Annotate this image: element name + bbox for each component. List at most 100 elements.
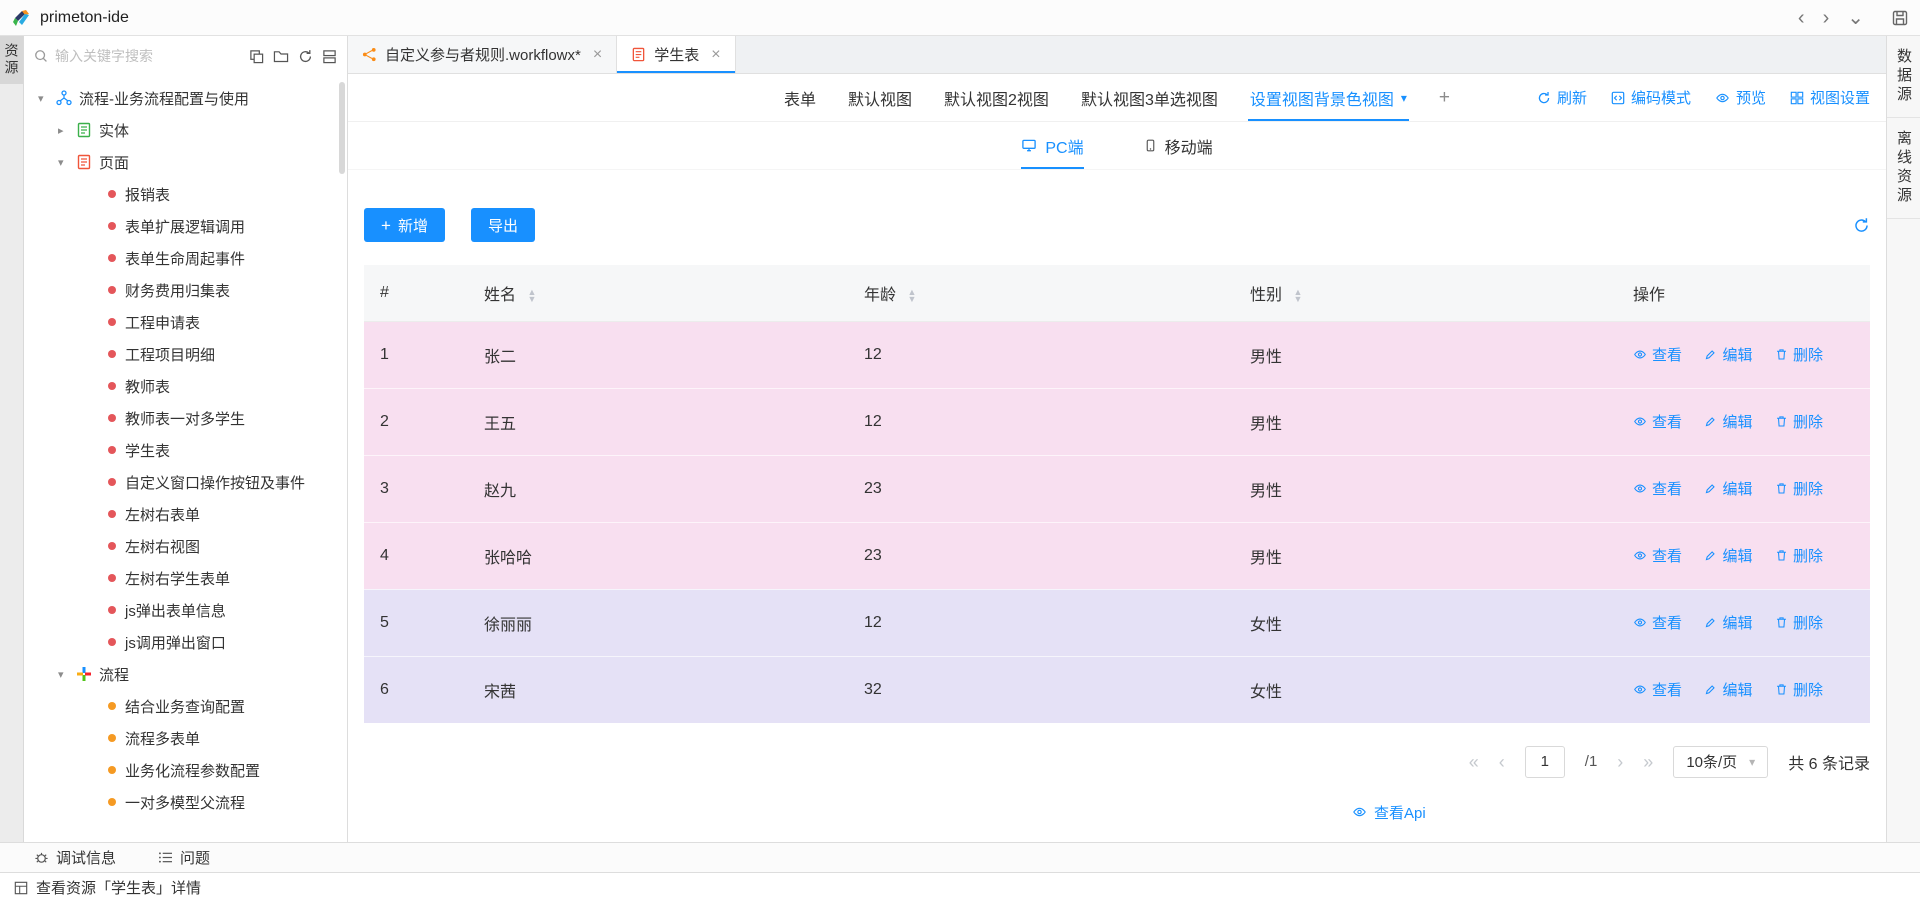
debug-info-tab[interactable]: 调试信息 <box>34 847 116 868</box>
device-tab-mobile[interactable]: 移动端 <box>1144 122 1213 169</box>
tree-item-process[interactable]: 结合业务查询配置 <box>24 690 347 722</box>
delete-action[interactable]: 删除 <box>1775 411 1823 432</box>
edit-action[interactable]: 编辑 <box>1704 545 1752 566</box>
chevron-down-icon[interactable]: ▾ <box>38 92 56 105</box>
next-page-button[interactable]: › <box>1617 753 1623 771</box>
view-action[interactable]: 查看 <box>1633 344 1682 365</box>
delete-action[interactable]: 删除 <box>1775 478 1823 499</box>
collapse-all-icon[interactable] <box>322 49 337 64</box>
action-label: 编码模式 <box>1631 87 1691 108</box>
export-button[interactable]: 导出 <box>471 208 535 242</box>
tree-item-page[interactable]: 自定义窗口操作按钮及事件 <box>24 466 347 498</box>
tree-group-process[interactable]: ▾ 流程 <box>24 658 347 690</box>
window-menu-icon[interactable]: ⌄ <box>1847 8 1864 28</box>
tree-item-page[interactable]: 教师表 <box>24 370 347 402</box>
first-page-button[interactable]: « <box>1469 753 1479 771</box>
chevron-down-icon[interactable]: ▾ <box>58 156 76 169</box>
view-tab-label: 默认视图 <box>848 86 912 110</box>
delete-action[interactable]: 删除 <box>1775 545 1823 566</box>
save-icon[interactable] <box>1892 10 1908 26</box>
last-page-button[interactable]: » <box>1643 753 1653 771</box>
tree-item-page[interactable]: 左树右表单 <box>24 498 347 530</box>
doc-tab-workflow[interactable]: 自定义参与者规则.workflowx* × <box>348 36 617 73</box>
delete-action[interactable]: 删除 <box>1775 679 1823 700</box>
rail-tab-label: 离线资源 <box>1893 130 1914 206</box>
edit-action[interactable]: 编辑 <box>1704 612 1752 633</box>
view-action[interactable]: 查看 <box>1633 411 1682 432</box>
action-label: 刷新 <box>1557 87 1587 108</box>
view-action[interactable]: 查看 <box>1633 545 1682 566</box>
device-tab-pc[interactable]: PC端 <box>1021 122 1083 169</box>
view-action[interactable]: 查看 <box>1633 478 1682 499</box>
search-input[interactable] <box>55 48 242 64</box>
tree-item-page[interactable]: 财务费用归集表 <box>24 274 347 306</box>
add-button[interactable]: + 新增 <box>364 208 445 242</box>
view-action[interactable]: 查看 <box>1633 612 1682 633</box>
sort-icon[interactable]: ▲▼ <box>907 289 916 303</box>
sort-icon[interactable]: ▲▼ <box>1293 289 1302 303</box>
tree-item-page[interactable]: 左树右学生表单 <box>24 562 347 594</box>
history-forward-icon[interactable]: › <box>1823 8 1830 28</box>
right-rail: 数据源 离线资源 <box>1886 36 1920 842</box>
view-tab-default3[interactable]: 默认视图3单选视图 <box>1081 74 1218 121</box>
col-label: 操作 <box>1633 287 1665 304</box>
view-tab-default2[interactable]: 默认视图2视图 <box>944 74 1049 121</box>
view-tab-background-color[interactable]: 设置视图背景色视图 ▾ <box>1250 74 1407 121</box>
preview-action[interactable]: 预览 <box>1715 87 1766 108</box>
doc-tab-student-table[interactable]: 学生表 × <box>617 36 735 73</box>
tree-root-process-config[interactable]: ▾ 流程-业务流程配置与使用 <box>24 82 347 114</box>
edit-action[interactable]: 编辑 <box>1704 478 1752 499</box>
edit-action[interactable]: 编辑 <box>1704 411 1752 432</box>
refresh-action[interactable]: 刷新 <box>1537 87 1587 108</box>
rail-tab-datasource[interactable]: 数据源 <box>1887 36 1920 118</box>
tree-item-process[interactable]: 一对多模型父流程 <box>24 786 347 818</box>
close-icon[interactable]: × <box>711 47 720 63</box>
locate-file-icon[interactable] <box>249 49 264 64</box>
sidebar-scrollbar[interactable] <box>339 82 345 174</box>
view-tab-form[interactable]: 表单 <box>784 74 816 121</box>
view-tab-default[interactable]: 默认视图 <box>848 74 912 121</box>
delete-action[interactable]: 删除 <box>1775 612 1823 633</box>
rail-tab-resources[interactable]: 资源 <box>0 36 23 84</box>
delete-action[interactable]: 删除 <box>1775 344 1823 365</box>
tree-item-page-student-table[interactable]: 学生表 <box>24 434 347 466</box>
rail-tab-offline-resources[interactable]: 离线资源 <box>1887 118 1920 219</box>
tree-item-page[interactable]: 教师表一对多学生 <box>24 402 347 434</box>
view-api-link[interactable]: 查看Api <box>1352 802 1426 823</box>
page-dot-icon <box>108 190 116 198</box>
tree-item-page[interactable]: 报销表 <box>24 178 347 210</box>
tree-item-process[interactable]: 业务化流程参数配置 <box>24 754 347 786</box>
chevron-right-icon[interactable]: ▸ <box>58 124 76 137</box>
edit-action[interactable]: 编辑 <box>1704 344 1752 365</box>
tree-item-page[interactable]: 工程申请表 <box>24 306 347 338</box>
tree-item-page[interactable]: 工程项目明细 <box>24 338 347 370</box>
page-size-select[interactable]: 10条/页 ▾ <box>1673 746 1768 778</box>
view-action[interactable]: 查看 <box>1633 679 1682 700</box>
edit-action[interactable]: 编辑 <box>1704 679 1752 700</box>
tree-item-page[interactable]: 表单生命周起事件 <box>24 242 347 274</box>
tree-item-page[interactable]: 表单扩展逻辑调用 <box>24 210 347 242</box>
pencil-icon <box>1704 683 1717 696</box>
view-settings-action[interactable]: 视图设置 <box>1790 87 1870 108</box>
tree-group-pages[interactable]: ▾ 页面 <box>24 146 347 178</box>
rail-tab-resources-label: 资源 <box>2 43 22 77</box>
tree-item-page[interactable]: js弹出表单信息 <box>24 594 347 626</box>
cell-name: 宋茜 <box>468 656 848 723</box>
tree-item-page[interactable]: js调用弹出窗口 <box>24 626 347 658</box>
refresh-icon[interactable] <box>298 49 313 64</box>
page-input[interactable] <box>1525 746 1565 778</box>
sync-icon[interactable] <box>1853 217 1870 234</box>
tree-item-page[interactable]: 左树右视图 <box>24 530 347 562</box>
problems-tab[interactable]: 问题 <box>158 847 210 868</box>
folder-icon[interactable] <box>273 49 289 64</box>
chevron-down-icon[interactable]: ▾ <box>1401 91 1407 105</box>
tree-group-entity[interactable]: ▸ 实体 <box>24 114 347 146</box>
chevron-down-icon[interactable]: ▾ <box>58 668 76 681</box>
sort-icon[interactable]: ▲▼ <box>527 289 536 303</box>
tree-item-process[interactable]: 流程多表单 <box>24 722 347 754</box>
code-mode-action[interactable]: 编码模式 <box>1611 87 1691 108</box>
prev-page-button[interactable]: ‹ <box>1499 753 1505 771</box>
history-back-icon[interactable]: ‹ <box>1798 8 1805 28</box>
close-icon[interactable]: × <box>593 47 602 63</box>
add-view-button[interactable]: + <box>1439 87 1450 109</box>
